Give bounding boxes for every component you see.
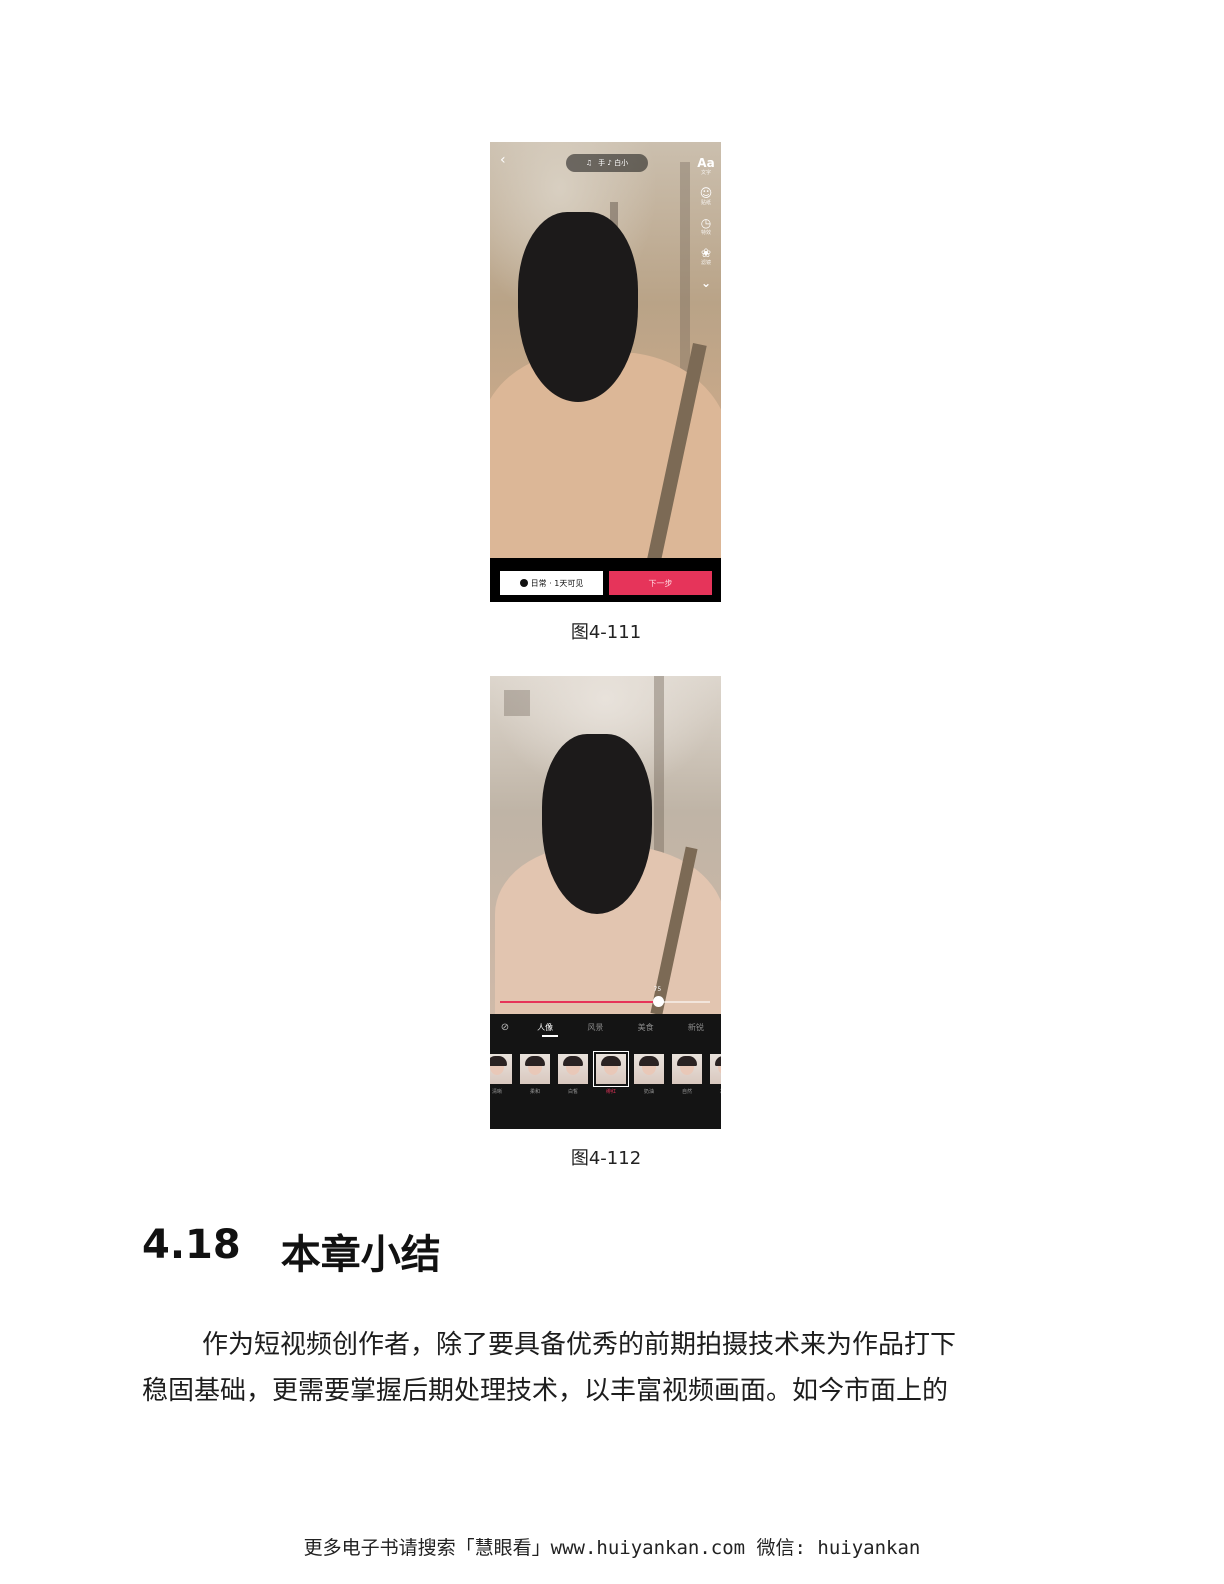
filter-preview <box>558 1054 588 1084</box>
visibility-button[interactable]: 日常 · 1天可见 <box>500 571 603 595</box>
tool-label: 特效 <box>700 230 711 236</box>
slider-fill <box>500 1001 658 1003</box>
person-hair <box>518 212 638 402</box>
filter-tool[interactable]: ❀ 滤镜 <box>696 246 716 266</box>
filter-item[interactable]: 柔和 <box>520 1054 550 1095</box>
badge-icon <box>519 579 528 587</box>
next-step-button[interactable]: 下一步 <box>609 571 712 595</box>
active-tab-indicator <box>542 1035 558 1037</box>
filter-label: 绯红 <box>605 1089 616 1095</box>
visibility-label: 日常 · 1天可见 <box>530 578 584 588</box>
side-toolbar: Aa 文字 ☺ 贴纸 ◷ 特效 ❀ 滤镜 ⌄ <box>695 156 717 290</box>
slider-handle[interactable] <box>652 996 664 1007</box>
effects-tool[interactable]: ◷ 特效 <box>696 216 716 236</box>
tab-landscape[interactable]: 风景 <box>570 1022 620 1033</box>
select-music-pill[interactable]: ♫ 手 ♪ 白小 <box>566 154 648 172</box>
sticker-tool[interactable]: ☺ 贴纸 <box>696 186 716 206</box>
filter-label: 自然 <box>681 1089 692 1095</box>
filter-preview <box>490 1054 512 1084</box>
filter-list: 清晰 柔和 白皙 绯红 奶油 自然 冷白 <box>490 1051 721 1095</box>
music-icon: ♫ <box>585 159 593 167</box>
tool-label: 贴纸 <box>700 200 711 206</box>
chevron-down-icon: ⌄ <box>700 276 712 290</box>
text-icon: Aa <box>697 156 715 170</box>
no-filter-icon[interactable]: ⊘ <box>490 1022 520 1033</box>
figure-caption: 图4-111 <box>570 622 642 643</box>
section-number: 4.18 <box>142 1222 241 1268</box>
intensity-slider[interactable]: 75 <box>500 986 710 1007</box>
music-title: 手 ♪ 白小 <box>598 159 629 167</box>
filter-item[interactable]: 奶油 <box>634 1054 664 1095</box>
filter-panel: ⊘ 人像 风景 美食 新锐 清晰 柔和 白皙 绯红 奶油 自然 冷白 <box>490 1014 721 1129</box>
filter-preview <box>593 1051 629 1087</box>
filter-item[interactable]: 白皙 <box>558 1054 588 1095</box>
background-sign <box>504 690 530 716</box>
filter-item[interactable]: 自然 <box>672 1054 702 1095</box>
section-title: 本章小结 <box>280 1232 441 1278</box>
tab-new[interactable]: 新锐 <box>671 1022 721 1033</box>
filter-preview <box>634 1054 664 1084</box>
screenshot-video-editor: ‹ ♫ 手 ♪ 白小 Aa 文字 ☺ 贴纸 ◷ 特效 ❀ 滤镜 ⌄ 日常 · 1… <box>490 142 721 602</box>
text-tool[interactable]: Aa 文字 <box>696 156 716 176</box>
tab-food[interactable]: 美食 <box>621 1022 671 1033</box>
tool-label: 文字 <box>700 170 711 176</box>
slider-value: 75 <box>653 986 662 993</box>
tool-label: 滤镜 <box>700 260 711 266</box>
filter-label: 柔和 <box>529 1089 540 1095</box>
filter-label: 白皙 <box>567 1089 578 1095</box>
section-heading: 4.18 本章小结 <box>142 1222 441 1280</box>
filter-label: 清晰 <box>491 1089 502 1095</box>
screenshot-filter-panel: 75 ⊘ 人像 风景 美食 新锐 清晰 柔和 白皙 绯红 奶油 自然 冷白 <box>490 676 721 1129</box>
filter-preview <box>672 1054 702 1084</box>
chevron-left-icon[interactable]: ‹ <box>500 152 506 168</box>
page-footer: 更多电子书请搜索「慧眼看」www.huiyankan.com 微信: huiya… <box>303 1537 921 1559</box>
filter-label: 奶油 <box>643 1089 654 1095</box>
paragraph-line: 稳固基础，更需要掌握后期处理技术，以丰富视频画面。如今市面上的 <box>142 1376 949 1406</box>
body-paragraph: 作为短视频创作者，除了要具备优秀的前期拍摄技术来为作品打下 稳固基础，更需要掌握… <box>142 1322 1082 1414</box>
filter-item[interactable]: 冷白 <box>710 1054 721 1095</box>
more-tools[interactable]: ⌄ <box>696 276 716 290</box>
person-hair <box>542 734 652 914</box>
filter-item-selected[interactable]: 绯红 <box>593 1051 629 1095</box>
filter-preview <box>710 1054 721 1084</box>
filter-item[interactable]: 清晰 <box>490 1054 512 1095</box>
bottom-action-bar: 日常 · 1天可见 下一步 <box>490 558 721 602</box>
sticker-icon: ☺ <box>699 186 713 200</box>
background-pillar <box>654 676 664 866</box>
paragraph-line: 作为短视频创作者，除了要具备优秀的前期拍摄技术来为作品打下 <box>202 1330 957 1360</box>
filter-icon: ❀ <box>700 246 712 260</box>
filter-label: 冷白 <box>720 1088 721 1095</box>
figure-caption: 图4-112 <box>570 1148 642 1169</box>
filter-tabs: ⊘ 人像 风景 美食 新锐 <box>490 1014 721 1040</box>
filter-preview <box>520 1054 550 1084</box>
tab-portrait[interactable]: 人像 <box>520 1022 570 1033</box>
clock-icon: ◷ <box>700 216 712 230</box>
